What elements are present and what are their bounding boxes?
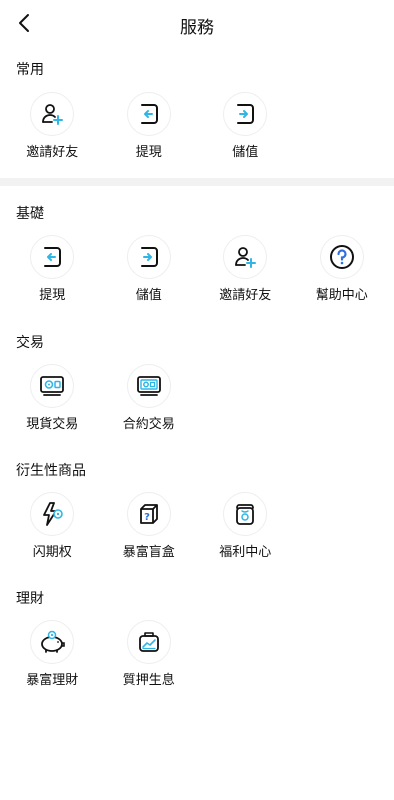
- service-deposit[interactable]: 儲值: [101, 235, 198, 304]
- section-finance: 理財 暴富理財 質押生息: [0, 589, 394, 689]
- service-label: 儲值: [232, 145, 259, 160]
- help-icon: [319, 235, 364, 279]
- gift-bag-icon: [223, 492, 268, 536]
- section-derivatives: 衍生性商品 闪期权 ? 暴富盲盒 福利中心: [0, 461, 394, 561]
- contract-icon: [126, 364, 171, 408]
- chart-bag-icon: [126, 620, 171, 664]
- section-trade: 交易 現貨交易 合約交易: [0, 333, 394, 433]
- service-withdraw[interactable]: 提現: [101, 92, 198, 161]
- service-label: 幫助中心: [315, 288, 368, 303]
- service-label: 提現: [135, 145, 162, 160]
- service-spot-trading[interactable]: 現貨交易: [4, 364, 101, 433]
- page-title: 服務: [180, 18, 214, 38]
- section-grid: 現貨交易 合約交易: [0, 364, 394, 433]
- section-title: 衍生性商品: [16, 463, 86, 479]
- section-common: 常用 邀請好友 提現 儲值: [0, 60, 394, 161]
- piggy-bank-icon: [30, 620, 75, 664]
- section-title: 常用: [16, 62, 44, 78]
- section-title: 基礎: [16, 206, 44, 222]
- deposit-icon: [223, 92, 268, 136]
- service-label: 質押生息: [122, 673, 175, 688]
- service-label: 儲值: [135, 288, 162, 303]
- section-title: 交易: [16, 335, 44, 351]
- service-label: 提現: [39, 288, 66, 303]
- withdraw-icon: [30, 235, 75, 279]
- section-grid: 邀請好友 提現 儲值: [0, 92, 394, 161]
- service-label: 邀請好友: [26, 145, 79, 160]
- lightning-icon: [30, 492, 75, 536]
- section-grid: 闪期权 ? 暴富盲盒 福利中心: [0, 492, 394, 561]
- service-staking[interactable]: 質押生息: [101, 620, 198, 689]
- service-rich-finance[interactable]: 暴富理財: [4, 620, 101, 689]
- service-label: 暴富理財: [26, 673, 79, 688]
- service-withdraw[interactable]: 提現: [4, 235, 101, 304]
- section-basic: 基礎 提現 儲值 邀請好友 幫助中心: [0, 204, 394, 304]
- deposit-icon: [126, 235, 171, 279]
- service-label: 闪期权: [32, 545, 72, 560]
- safe-icon: [30, 364, 75, 408]
- service-label: 邀請好友: [219, 288, 272, 303]
- service-mystery-box[interactable]: ? 暴富盲盒: [101, 492, 198, 561]
- add-user-icon: [223, 235, 268, 279]
- service-deposit[interactable]: 儲值: [197, 92, 294, 161]
- add-user-icon: [30, 92, 75, 136]
- section-title: 理財: [16, 591, 44, 607]
- section-divider: [0, 178, 394, 186]
- service-label: 現貨交易: [26, 417, 79, 432]
- service-invite-friends[interactable]: 邀請好友: [4, 92, 101, 161]
- mystery-box-icon: ?: [126, 492, 171, 536]
- header: 服務: [0, 0, 394, 46]
- service-label: 福利中心: [219, 545, 272, 560]
- service-contract-trading[interactable]: 合約交易: [101, 364, 198, 433]
- service-welfare-center[interactable]: 福利中心: [197, 492, 294, 561]
- service-invite-friends[interactable]: 邀請好友: [197, 235, 294, 304]
- svg-text:?: ?: [144, 512, 150, 523]
- section-grid: 暴富理財 質押生息: [0, 620, 394, 689]
- section-grid: 提現 儲值 邀請好友 幫助中心: [0, 235, 394, 304]
- service-label: 暴富盲盒: [122, 545, 175, 560]
- withdraw-icon: [126, 92, 171, 136]
- service-help-center[interactable]: 幫助中心: [294, 235, 391, 304]
- service-flash-options[interactable]: 闪期权: [4, 492, 101, 561]
- service-label: 合約交易: [122, 417, 175, 432]
